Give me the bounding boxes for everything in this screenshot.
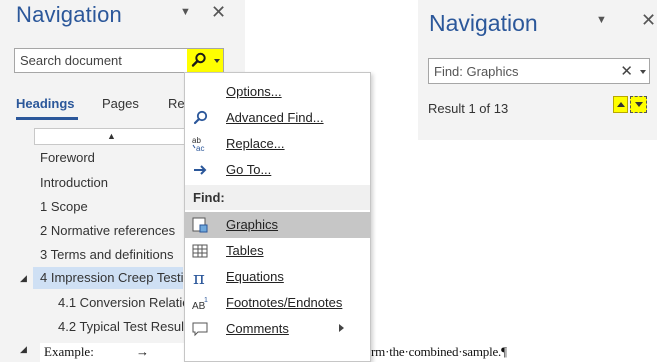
menu-item-go-to[interactable]: Go To... (185, 157, 370, 183)
active-tab-indicator (16, 117, 78, 120)
menu-item-footnotes[interactable]: AB 1 Footnotes/Endnotes (185, 290, 370, 316)
close-icon[interactable]: ✕ (641, 10, 656, 31)
menu-item-label: Tables (226, 243, 264, 258)
heading-item[interactable]: Foreword (40, 147, 95, 169)
menu-item-graphics[interactable]: Graphics (185, 212, 370, 238)
search-button[interactable] (187, 49, 211, 72)
search-input[interactable]: Search document (14, 48, 224, 73)
menu-item-label: Equations (226, 269, 284, 284)
collapse-up-icon: ▲ (107, 131, 116, 141)
previous-result-button[interactable] (613, 96, 628, 113)
result-count: Result 1 of 13 (428, 101, 509, 116)
arrow-right-icon (194, 165, 207, 175)
example-label: Example: (44, 344, 94, 359)
table-icon (192, 244, 208, 258)
menu-item-comments[interactable]: Comments (185, 316, 370, 342)
pane-options-dropdown[interactable]: ▼ (596, 14, 607, 26)
find-input-value: Find: Graphics (434, 64, 519, 79)
graphics-icon (192, 217, 208, 233)
footnote-icon: AB 1 (192, 297, 208, 312)
menu-item-label: Comments (226, 321, 289, 336)
replace-icon: ab ac (192, 136, 204, 153)
menu-item-replace[interactable]: ab ac Replace... (185, 131, 370, 157)
submenu-arrow-icon (339, 324, 344, 332)
find-input[interactable]: Find: Graphics ✕ (428, 58, 650, 84)
menu-item-label: Advanced Find... (226, 110, 324, 125)
menu-item-options[interactable]: Options... (185, 79, 370, 105)
svg-text:ac: ac (196, 144, 204, 153)
menu-item-label: Footnotes/Endnotes (226, 295, 343, 310)
heading-item[interactable]: Introduction (40, 172, 108, 194)
pi-icon: π (193, 268, 205, 286)
svg-text:π: π (193, 268, 205, 286)
section-label: Find: (193, 190, 225, 205)
clear-search-icon[interactable]: ✕ (620, 62, 633, 80)
heading-item[interactable]: 4.2 Typical Test Result (58, 316, 188, 338)
heading-item[interactable]: 3 Terms and definitions (40, 244, 173, 266)
menu-item-label: Replace... (226, 136, 285, 151)
menu-item-label: Options... (226, 84, 282, 99)
tab-headings[interactable]: Headings (16, 96, 75, 111)
expand-triangle-icon[interactable]: ◢ (20, 344, 27, 355)
tab-arrow-mark: → (136, 344, 149, 359)
menu-item-tables[interactable]: Tables (185, 238, 370, 264)
search-options-menu: Options... Advanced Find... ab ac Replac… (184, 72, 371, 362)
find-section-header: Find: (185, 185, 370, 210)
comment-icon (192, 322, 208, 337)
pane-title: Navigation (16, 2, 122, 27)
pane-title: Navigation (429, 10, 538, 36)
heading-item[interactable]: 1 Scope (40, 196, 88, 218)
search-icon (193, 110, 208, 125)
find-options-dropdown[interactable] (640, 70, 646, 74)
pane-options-dropdown[interactable]: ▼ (180, 6, 191, 18)
search-options-dropdown[interactable] (211, 49, 223, 72)
heading-item[interactable]: 2 Normative references (40, 220, 175, 242)
svg-text:1: 1 (204, 297, 208, 304)
search-icon (191, 52, 206, 67)
expand-triangle-icon[interactable]: ◢ (20, 273, 27, 284)
navigation-pane-right: Navigation ▼ ✕ Find: Graphics ✕ Result 1… (418, 0, 657, 140)
tab-pages[interactable]: Pages (102, 96, 139, 111)
heading-item-selected[interactable]: 4 Impression Creep Testi (33, 267, 184, 289)
tab-results[interactable]: Re (168, 96, 185, 111)
search-placeholder: Search document (20, 53, 122, 68)
menu-item-equations[interactable]: π Equations (185, 264, 370, 290)
menu-item-label: Graphics (226, 217, 279, 232)
menu-item-label: Go To... (226, 162, 272, 177)
next-result-button[interactable] (630, 96, 647, 113)
heading-item[interactable]: 4.1 Conversion Relatio (58, 292, 190, 314)
collapse-all-bar[interactable]: ▲ (34, 128, 190, 145)
close-icon[interactable]: ✕ (211, 2, 226, 23)
menu-item-advanced-find[interactable]: Advanced Find... (185, 105, 370, 131)
